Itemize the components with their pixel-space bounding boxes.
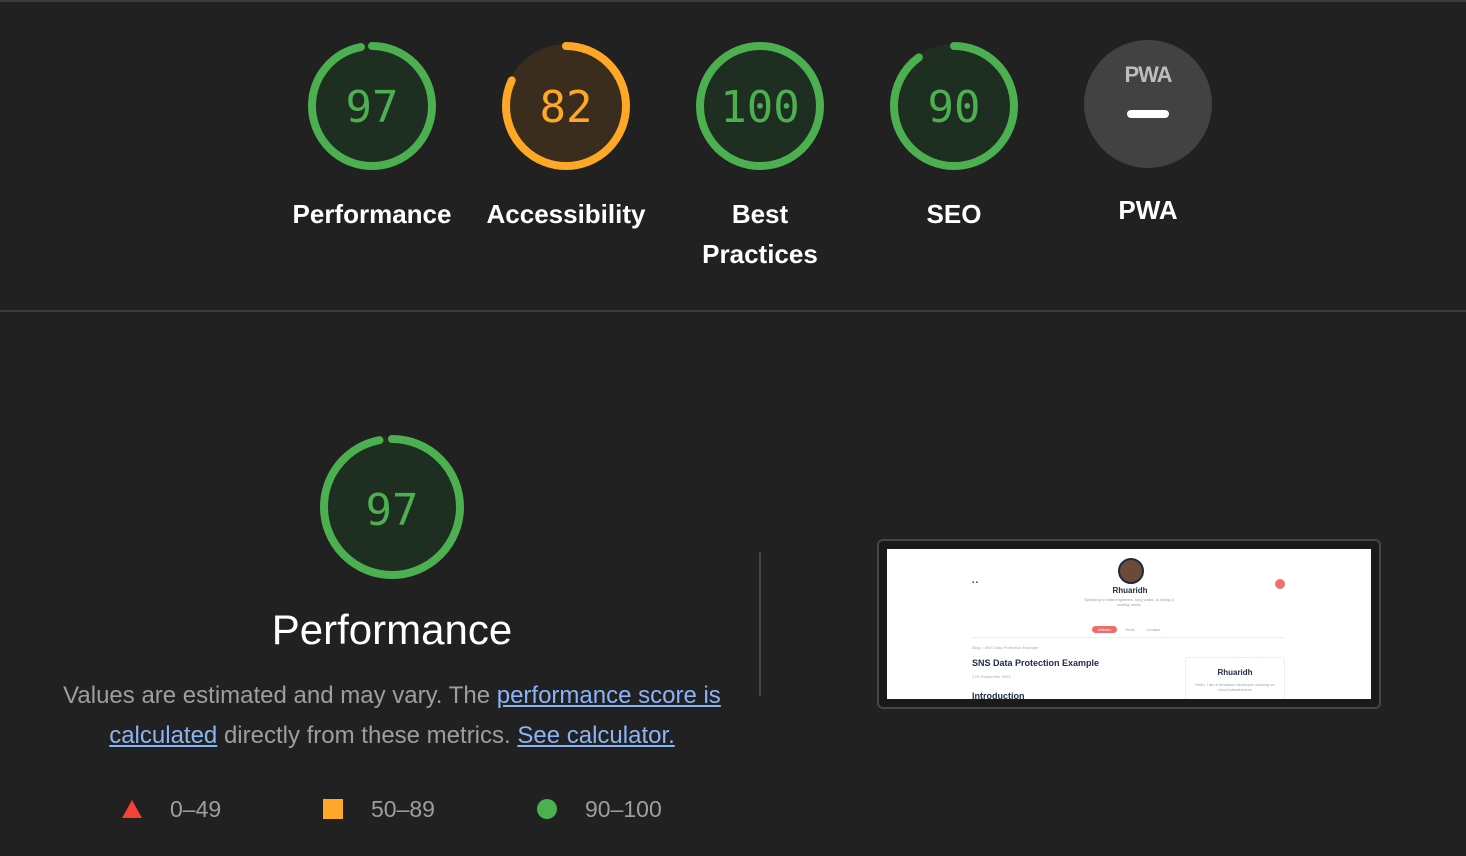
post-heading: Introduction: [972, 691, 1025, 699]
gauge-performance[interactable]: 97 Performance: [272, 40, 472, 234]
card-text: Hello, I am a freelance developer workin…: [1195, 682, 1275, 692]
pwa-badge: PWA: [1084, 40, 1212, 168]
gauge-score: 97: [346, 82, 399, 133]
gauge-score: 90: [928, 82, 981, 133]
section-divider: [0, 310, 1466, 312]
author-card: Rhuaridh Hello, I am a freelance develop…: [1185, 657, 1285, 699]
performance-title: Performance: [271, 606, 513, 653]
gauge-ring: 90: [890, 42, 1018, 170]
gauge-label: PWA: [1118, 195, 1178, 225]
gauge-ring: 100: [696, 42, 824, 170]
triangle-icon: [122, 800, 142, 818]
gauge-score: 100: [720, 82, 799, 133]
pwa-dash-icon: [1127, 110, 1169, 118]
site-logo-icon: ▪ ▪: [972, 580, 978, 586]
gauge-ring: 82: [502, 42, 630, 170]
legend-range: 90–100: [585, 795, 662, 822]
gauge-score: 97: [366, 485, 419, 536]
post-date: 27th September 2023: [972, 674, 1011, 679]
breadcrumb: Blog > SNS Data Protection Example: [972, 645, 1039, 650]
avatar: [1118, 558, 1144, 584]
card-name: Rhuaridh: [1217, 668, 1253, 677]
screenshot-image: ▪ ▪ Rhuaridh Speaking to data engineers,…: [887, 549, 1371, 699]
nav-item-contact: Contact: [1146, 627, 1161, 632]
gauge-pwa[interactable]: PWA PWA: [1048, 40, 1248, 230]
legend-average: 50–89: [323, 794, 435, 824]
gauge-label: Best Practices: [702, 199, 818, 269]
square-icon: [323, 799, 343, 819]
theme-toggle-icon: [1275, 579, 1285, 589]
desc-text: Values are estimated and may vary. The: [63, 682, 497, 709]
legend-fail: 0–49: [122, 794, 221, 824]
separator: [972, 637, 1285, 638]
nav-item-articles: Articles: [1092, 626, 1118, 633]
nav-item-tools: Tools: [1125, 627, 1135, 632]
gauge-label: Performance: [292, 199, 452, 229]
gauge-score: 82: [540, 82, 593, 133]
performance-description: Values are estimated and may vary. The p…: [60, 676, 724, 756]
top-border: [0, 0, 1466, 2]
site-name: Rhuaridh: [1112, 586, 1148, 595]
gauge-seo[interactable]: 90 SEO: [854, 40, 1054, 234]
legend-range: 0–49: [170, 795, 222, 822]
legend-range: 50–89: [371, 795, 435, 822]
pwa-logo-icon: PWA: [1124, 62, 1172, 87]
gauge-ring: 97: [308, 42, 436, 170]
site-nav: Articles Tools Contact: [1092, 626, 1172, 633]
post-title: SNS Data Protection Example: [972, 658, 1100, 668]
circle-icon: [537, 799, 557, 819]
legend-pass: 90–100: [537, 794, 662, 824]
see-calculator-link[interactable]: See calculator.: [517, 722, 674, 749]
gauge-accessibility[interactable]: 82 Accessibility: [466, 40, 666, 234]
final-screenshot[interactable]: ▪ ▪ Rhuaridh Speaking to data engineers,…: [877, 539, 1381, 709]
gauge-label: SEO: [926, 199, 982, 229]
gauge-best-practices[interactable]: 100 Best Practices: [660, 40, 860, 274]
gauge-label: Accessibility: [486, 199, 646, 229]
site-tagline: Speaking to data engineers, long walks, …: [1084, 597, 1174, 607]
vertical-divider: [759, 552, 761, 696]
performance-gauge: 97: [320, 435, 464, 579]
desc-text: directly from these metrics.: [217, 722, 518, 749]
